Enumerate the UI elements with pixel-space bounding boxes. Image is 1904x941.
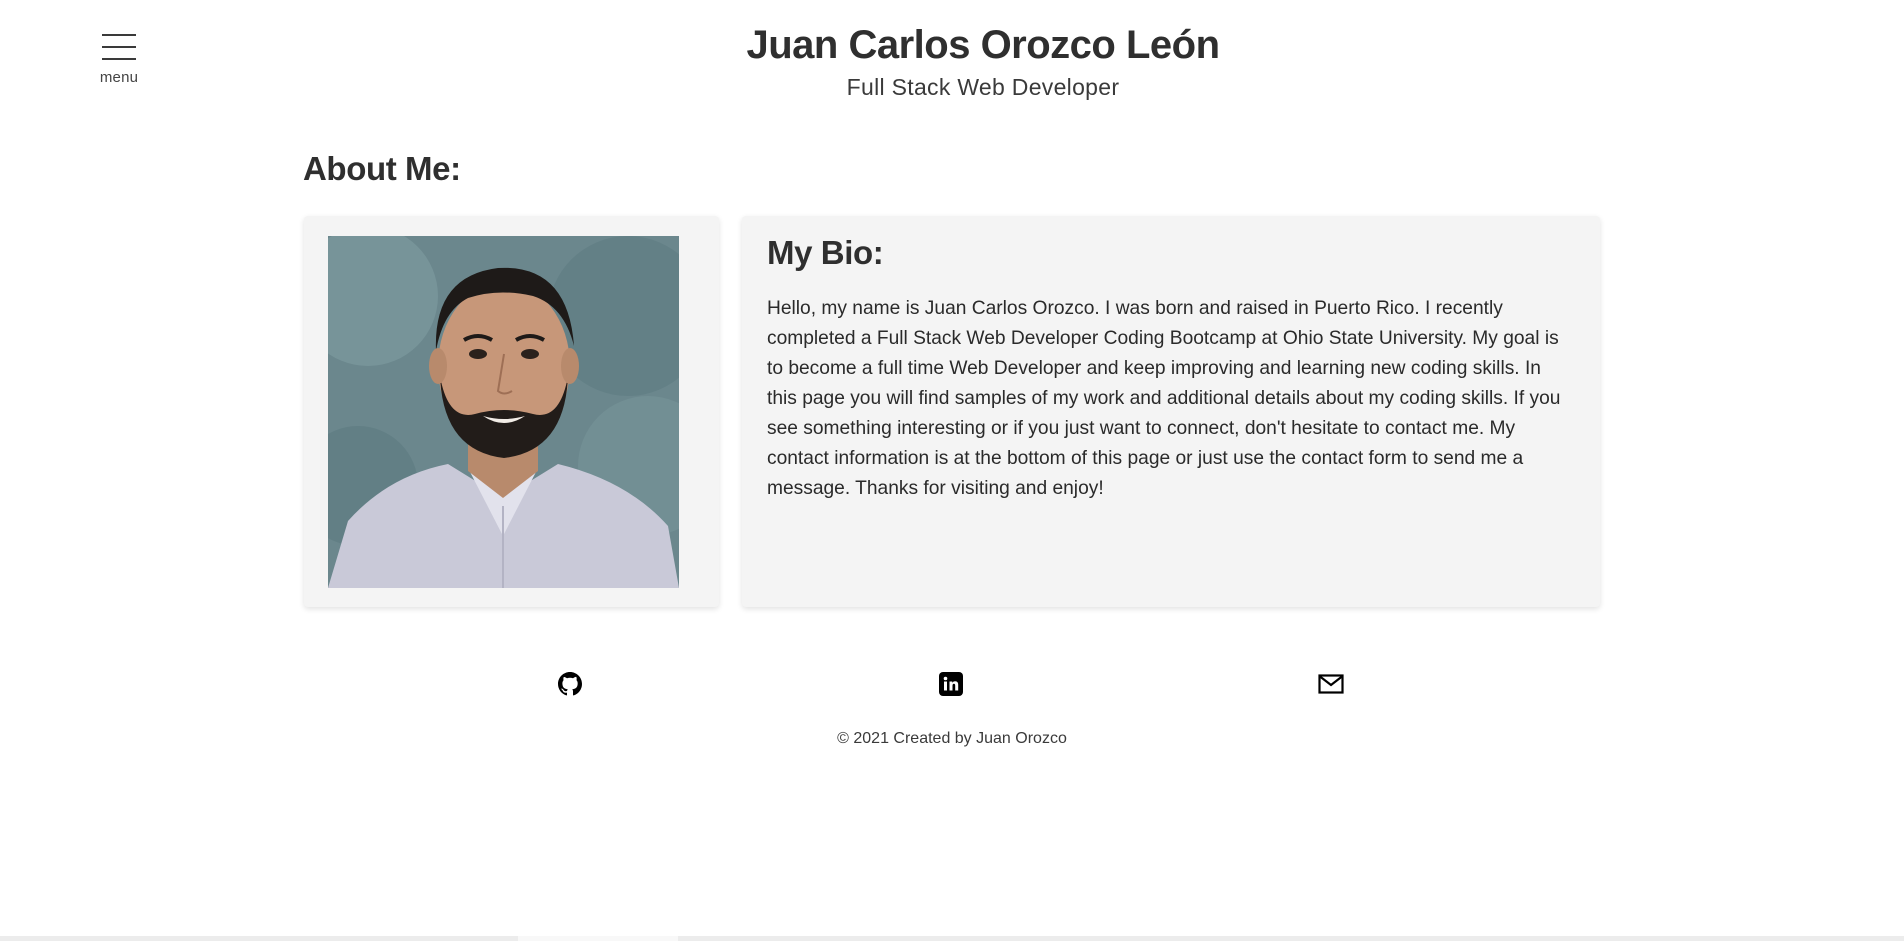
github-link[interactable] [556, 671, 584, 701]
copyright: © 2021 Created by Juan Orozco [837, 730, 1067, 747]
linkedin-link[interactable] [937, 671, 965, 701]
github-icon [558, 671, 582, 701]
bio-card: My Bio: Hello, my name is Juan Carlos Or… [742, 216, 1600, 607]
about-title: About Me: [303, 150, 461, 187]
horizontal-scrollbar[interactable] [0, 936, 1904, 941]
site-name: Juan Carlos Orozco León [746, 23, 1220, 67]
site-role: Full Stack Web Developer [846, 74, 1120, 100]
bio-title: My Bio: [767, 234, 884, 271]
linkedin-icon [939, 671, 963, 701]
email-icon [1318, 673, 1344, 699]
profile-photo [328, 236, 679, 588]
email-link[interactable] [1317, 672, 1345, 700]
bio-text: Hello, my name is Juan Carlos Orozco. I … [767, 298, 1561, 499]
scrollbar-thumb[interactable] [518, 936, 678, 941]
site-header: Juan Carlos Orozco León Full Stack Web D… [0, 18, 1904, 101]
page: menu Juan Carlos Orozco León Full Stack … [0, 0, 1904, 941]
photo-card [304, 216, 719, 607]
